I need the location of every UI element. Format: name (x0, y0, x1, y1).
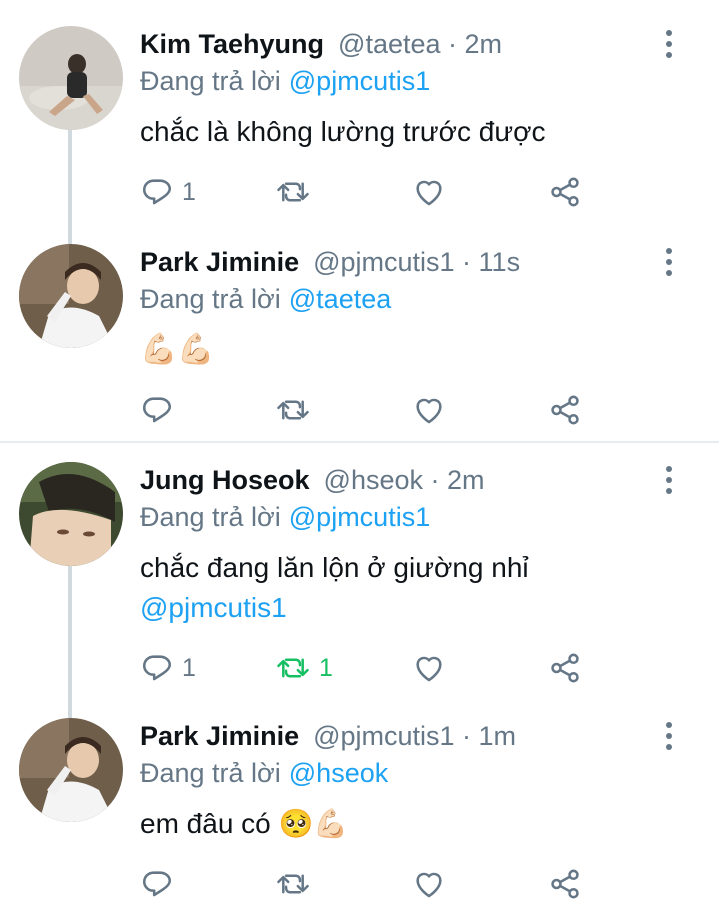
avatar[interactable] (19, 462, 123, 566)
like-button[interactable] (412, 390, 446, 430)
like-button[interactable] (412, 172, 446, 212)
share-icon (551, 869, 579, 899)
avatar[interactable] (19, 718, 123, 822)
tweet-text: chắc là không lường trước được (140, 116, 546, 147)
share-button[interactable] (548, 864, 582, 904)
reply-button[interactable]: 1 (140, 172, 196, 212)
reply-icon (142, 655, 172, 681)
tweet-2[interactable]: Park Jiminie @pjmcutis1 · 11s Đang trả lờ… (0, 242, 719, 438)
tweet-1[interactable]: Kim Taehyung @taetea · 2m Đang trả lời @pj… (0, 24, 719, 248)
replying-to-label: Đang trả lời (140, 66, 281, 96)
heart-icon (416, 872, 442, 898)
tweet-mention[interactable]: @pjmcutis1 (140, 588, 529, 628)
display-name[interactable]: Park Jiminie (140, 721, 299, 751)
replying-to-label: Đang trả lời (140, 284, 281, 314)
retweet-button[interactable] (275, 172, 319, 212)
reply-icon (142, 397, 172, 423)
replying-to-handle[interactable]: @taetea (289, 284, 391, 314)
share-button[interactable] (548, 390, 582, 430)
replying-to-label: Đang trả lời (140, 502, 281, 532)
handle-time: @pjmcutis1 · 11s (313, 247, 521, 277)
heart-icon (416, 398, 442, 424)
retweet-icon (277, 400, 309, 420)
like-button[interactable] (412, 648, 446, 688)
more-vertical-icon[interactable] (661, 30, 677, 58)
avatar[interactable] (19, 26, 123, 130)
tweet-text: 💪🏻💪🏻 (140, 333, 215, 366)
handle-time: @pjmcutis1 · 1m (313, 721, 517, 751)
more-vertical-icon[interactable] (661, 722, 677, 750)
replying-to-handle[interactable]: @pjmcutis1 (289, 502, 430, 532)
retweet-button[interactable] (275, 390, 319, 430)
reply-button[interactable] (140, 390, 182, 430)
tweet-header: Jung Hoseok @hseok · 2m (140, 460, 485, 500)
replying-to-label: Đang trả lời (140, 758, 281, 788)
retweet-icon (277, 874, 309, 894)
share-icon (551, 395, 579, 425)
thread-line (68, 564, 72, 720)
retweet-icon (277, 658, 309, 678)
tweet-actions: 1 1 (140, 648, 600, 688)
heart-icon (416, 180, 442, 206)
replying-to: Đang trả lời @pjmcutis1 (140, 66, 430, 97)
tweet-4[interactable]: Park Jiminie @pjmcutis1 · 1m Đang trả lời… (0, 716, 719, 916)
replying-to-handle[interactable]: @pjmcutis1 (289, 66, 430, 96)
replying-to: Đang trả lời @pjmcutis1 (140, 502, 430, 533)
tweet-header: Park Jiminie @pjmcutis1 · 1m (140, 716, 516, 756)
share-button[interactable] (548, 172, 582, 212)
more-vertical-icon[interactable] (661, 248, 677, 276)
reply-count: 1 (182, 177, 196, 206)
tweet-3[interactable]: Jung Hoseok @hseok · 2m Đang trả lời @pjmc… (0, 460, 719, 720)
more-vertical-icon[interactable] (661, 466, 677, 494)
reply-icon (142, 871, 172, 897)
display-name[interactable]: Kim Taehyung (140, 29, 324, 59)
replying-to-handle[interactable]: @hseok (289, 758, 388, 788)
retweet-button[interactable]: 1 (275, 648, 333, 688)
tweet-actions: 1 (140, 172, 600, 212)
share-icon (551, 177, 579, 207)
display-name[interactable]: Jung Hoseok (140, 465, 310, 495)
tweet-text: em đâu có 🥺💪🏻 (140, 808, 349, 839)
replying-to: Đang trả lời @taetea (140, 284, 391, 315)
tweet-text-line: chắc đang lăn lộn ở giường nhỉ (140, 552, 529, 583)
display-name[interactable]: Park Jiminie (140, 247, 299, 277)
tweet-header: Park Jiminie @pjmcutis1 · 11s (140, 242, 520, 282)
like-button[interactable] (412, 864, 446, 904)
tweet-actions (140, 390, 600, 430)
heart-icon (416, 656, 442, 682)
retweet-icon (277, 182, 309, 202)
share-icon (551, 653, 579, 683)
retweet-button[interactable] (275, 864, 319, 904)
handle-time: @hseok · 2m (323, 465, 485, 495)
handle-time: @taetea · 2m (338, 29, 503, 59)
tweet-header: Kim Taehyung @taetea · 2m (140, 24, 502, 64)
thread-divider (0, 441, 719, 443)
reply-button[interactable]: 1 (140, 648, 196, 688)
tweet-text: chắc đang lăn lộn ở giường nhỉ @pjmcutis… (140, 548, 529, 628)
avatar[interactable] (19, 244, 123, 348)
replying-to: Đang trả lời @hseok (140, 758, 388, 789)
reply-count: 1 (182, 653, 196, 682)
reply-icon (142, 179, 172, 205)
reply-button[interactable] (140, 864, 182, 904)
thread-line (68, 128, 72, 248)
tweet-actions (140, 864, 600, 904)
share-button[interactable] (548, 648, 582, 688)
retweet-count: 1 (319, 653, 333, 682)
